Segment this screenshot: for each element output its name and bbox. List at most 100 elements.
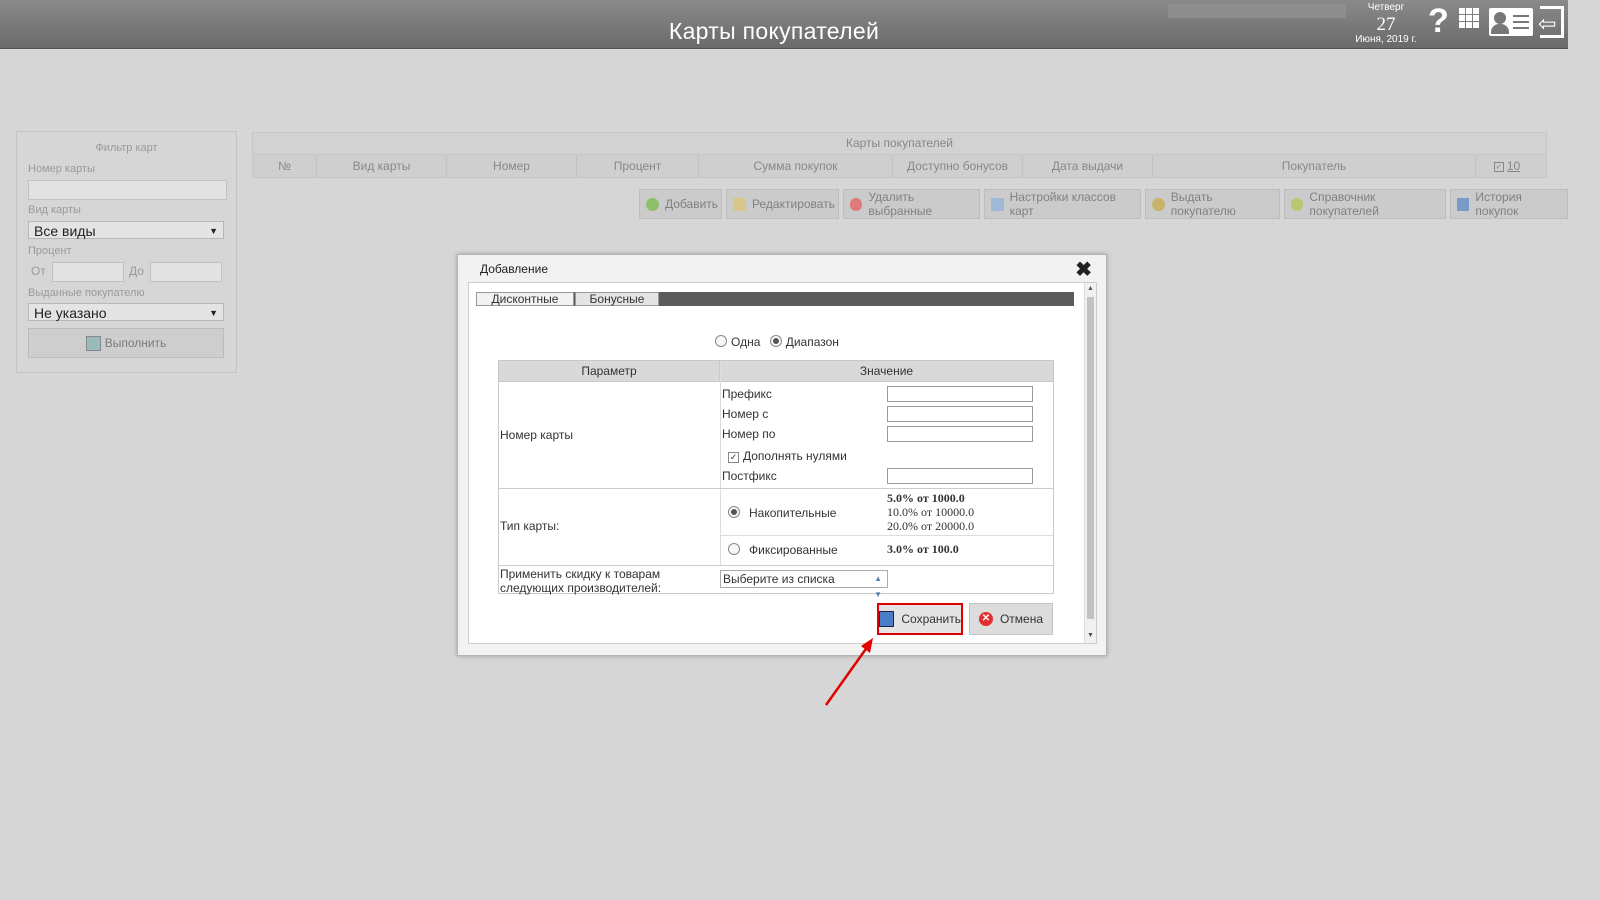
page-size-control[interactable]: ✓ 10 [1476,155,1538,177]
pad-zeros-label: Дополнять нулями [743,449,847,463]
delete-selected-button[interactable]: Удалить выбранные [842,189,981,219]
add-button[interactable]: Добавить [639,189,723,219]
filter-issued-label: Выданные покупателю [28,287,145,299]
help-icon[interactable]: ? [1428,2,1449,41]
close-icon[interactable]: ✖ [1075,257,1092,282]
chevron-down-icon: ▼ [209,226,218,236]
column-header-number[interactable]: Номер [447,155,577,177]
user-card-icon[interactable] [1489,8,1533,36]
fixed-option[interactable]: Фиксированные [728,543,838,557]
annotation-arrow-icon [824,638,873,706]
filter-issued-value: Не указано [34,305,107,321]
filter-issued-select[interactable]: Не указано ▼ [28,303,224,321]
prefix-input[interactable] [887,386,1033,402]
date-widget: Четверг 27 Июня, 2019 г. [1346,3,1426,45]
card-class-settings-label: Настройки классов карт [1009,190,1116,218]
column-header-available-bonus[interactable]: Доступно бонусов [893,155,1023,177]
purchase-history-label: История покупок [1475,190,1522,218]
save-button[interactable]: Сохранить [877,603,963,635]
check-icon: ✓ [728,452,739,463]
scroll-up-icon[interactable]: ▲ [1087,285,1094,292]
chevron-down-icon: ▼ [209,308,218,318]
prefix-label: Префикс [722,387,772,401]
filter-run-label: Выполнить [104,336,167,350]
mode-one-radio[interactable] [715,335,727,347]
apply-discount-line-1: Применить скидку к товарам [500,567,661,581]
card-number-param-label: Номер карты [500,428,573,442]
apply-discount-line-2: следующих производителей: [500,581,662,595]
filter-percent-to-input[interactable] [150,262,222,282]
run-icon [85,336,101,352]
tab-discount[interactable]: Дисконтные [476,292,574,306]
dialog-scrollbar[interactable]: ▲ ▼ [1084,283,1096,643]
cancel-button[interactable]: ✕ Отмена [969,603,1053,635]
select-arrows-icon: ▲ ▼ [874,574,882,599]
user-info-blurred [1168,4,1346,18]
row-divider [499,488,1053,489]
manufacturers-select[interactable]: Выберите из списка ▲ ▼ [720,570,888,599]
edit-button-label: Редактировать [752,197,835,211]
customer-directory-button[interactable]: Справочник покупателей [1284,189,1446,219]
cards-table-caption: Карты покупателей [252,132,1547,155]
exit-icon[interactable]: ⇦ [1538,6,1564,38]
column-header-card-type[interactable]: Вид карты [317,155,447,177]
page-size-link[interactable]: 10 [1507,159,1520,173]
mode-selector: Одна Диапазон [715,335,845,349]
top-bar: Карты покупателей Четверг 27 Июня, 2019 … [0,0,1568,49]
pad-zeros-checkbox[interactable]: ✓ Дополнять нулями [728,449,847,463]
column-header-percent[interactable]: Процент [577,155,699,177]
check-icon: ✓ [1493,161,1504,172]
card-class-settings-button[interactable]: Настройки классов карт [984,189,1142,219]
column-header-issue-date[interactable]: Дата выдачи [1023,155,1153,177]
minus-icon [849,197,863,211]
column-header-customer[interactable]: Покупатель [1153,155,1476,177]
card-type-param-label: Тип карты: [500,519,560,533]
date-day: 27 [1376,14,1396,35]
column-header-number-sign[interactable]: № [253,155,317,177]
cumulative-label: Накопительные [749,506,837,520]
cancel-button-label: Отмена [999,612,1044,626]
filter-card-number-input[interactable] [28,180,227,200]
filter-card-number-label: Номер карты [28,163,95,175]
scroll-down-icon[interactable]: ▼ [1087,632,1094,639]
customer-directory-label: Справочник покупателей [1309,190,1379,218]
filter-card-type-select[interactable]: Все виды ▼ [28,221,224,239]
filter-from-label: От [31,264,46,278]
postfix-input[interactable] [887,468,1033,484]
cumulative-radio[interactable] [728,506,740,518]
fixed-radio[interactable] [728,543,740,555]
cumulative-level-3: 20.0% от 20000.0 [887,519,975,533]
issue-to-customer-label: Выдать покупателю [1170,190,1236,218]
filter-run-button[interactable]: Выполнить [28,328,224,358]
filter-percent-from-input[interactable] [52,262,124,282]
number-from-input[interactable] [887,406,1033,422]
tab-bonus[interactable]: Бонусные [575,292,659,306]
issue-to-customer-button[interactable]: Выдать покупателю [1145,189,1281,219]
delete-selected-button-label: Удалить выбранные [868,190,933,218]
grid-menu-icon[interactable] [1459,8,1483,34]
cumulative-level-2: 10.0% от 10000.0 [887,505,975,519]
purchase-history-button[interactable]: История покупок [1449,189,1568,219]
add-button-label: Добавить [665,197,719,211]
dialog-tabs: Дисконтные Бонусные [476,292,1074,306]
add-dialog: Добавление ✖ Дисконтные Бонусные Одна Ди… [457,254,1107,656]
mode-range-radio[interactable] [769,335,782,347]
cards-toolbar: Добавить Редактировать Удалить выбранные… [639,189,1568,219]
filter-card-type-label: Вид карты [28,204,81,216]
date-day-of-week: Четверг [1367,2,1405,13]
column-header-purchase-sum[interactable]: Сумма покупок [699,155,893,177]
edit-button[interactable]: Редактировать [726,189,839,219]
cumulative-option[interactable]: Накопительные [728,506,836,520]
dialog-body: Дисконтные Бонусные Одна Диапазон Параме… [468,282,1097,644]
fixed-label: Фиксированные [749,543,838,557]
number-to-input[interactable] [887,426,1033,442]
mode-one-label: Одна [731,335,761,349]
number-to-label: Номер по [722,427,776,441]
apply-discount-label: Применить скидку к товарам следующих про… [500,567,661,595]
filter-card-type-value: Все виды [34,223,96,239]
params-column-header: Параметр [499,361,720,382]
scrollbar-thumb[interactable] [1087,297,1094,619]
page-title: Карты покупателей [668,18,880,44]
values-column-header: Значение [720,361,1053,382]
cancel-icon: ✕ [978,612,993,626]
